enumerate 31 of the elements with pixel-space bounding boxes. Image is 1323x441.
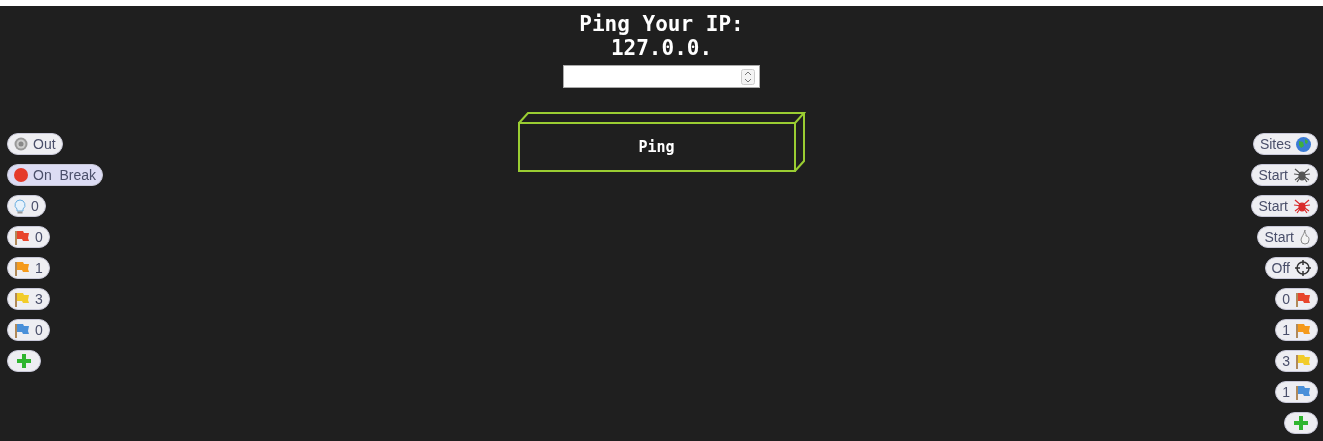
status-pill[interactable]: Start xyxy=(1251,195,1318,217)
plus-icon xyxy=(17,354,31,368)
status-pill[interactable]: 0 xyxy=(7,226,50,248)
status-pill[interactable]: 0 xyxy=(1275,288,1318,310)
ip-input-field[interactable] xyxy=(563,65,760,88)
plus-icon xyxy=(1294,416,1308,430)
status-pill[interactable]: 0 xyxy=(7,195,46,217)
status-pill[interactable]: Start xyxy=(1257,226,1318,248)
lightbulb-icon xyxy=(14,198,26,214)
flame-icon xyxy=(1299,229,1311,245)
status-pill[interactable]: 3 xyxy=(7,288,50,310)
status-pill[interactable]: 3 xyxy=(1275,350,1318,372)
status-pill[interactable]: Sites xyxy=(1252,133,1318,155)
status-pill[interactable]: Out xyxy=(7,133,63,155)
ping-button[interactable]: Ping xyxy=(517,112,806,172)
page-title: Ping Your IP: xyxy=(579,12,744,36)
spinner-icon[interactable] xyxy=(741,68,755,85)
status-dot-icon xyxy=(14,168,28,182)
ip-address: 127.0.0. xyxy=(610,36,713,60)
status-pill[interactable]: Start xyxy=(1251,164,1318,186)
status-pill[interactable]: 1 xyxy=(1275,381,1318,403)
globe-icon xyxy=(1296,136,1311,152)
target-icon xyxy=(14,137,28,151)
status-pill[interactable]: 0 xyxy=(7,319,50,341)
status-pill[interactable]: On Break xyxy=(7,164,104,186)
add-button[interactable] xyxy=(1284,412,1318,434)
crosshair-icon xyxy=(1295,260,1311,276)
status-pill[interactable]: 1 xyxy=(1275,319,1318,341)
status-pill[interactable]: 1 xyxy=(7,257,50,279)
status-pill[interactable]: Off xyxy=(1264,257,1318,279)
add-button[interactable] xyxy=(7,350,41,372)
